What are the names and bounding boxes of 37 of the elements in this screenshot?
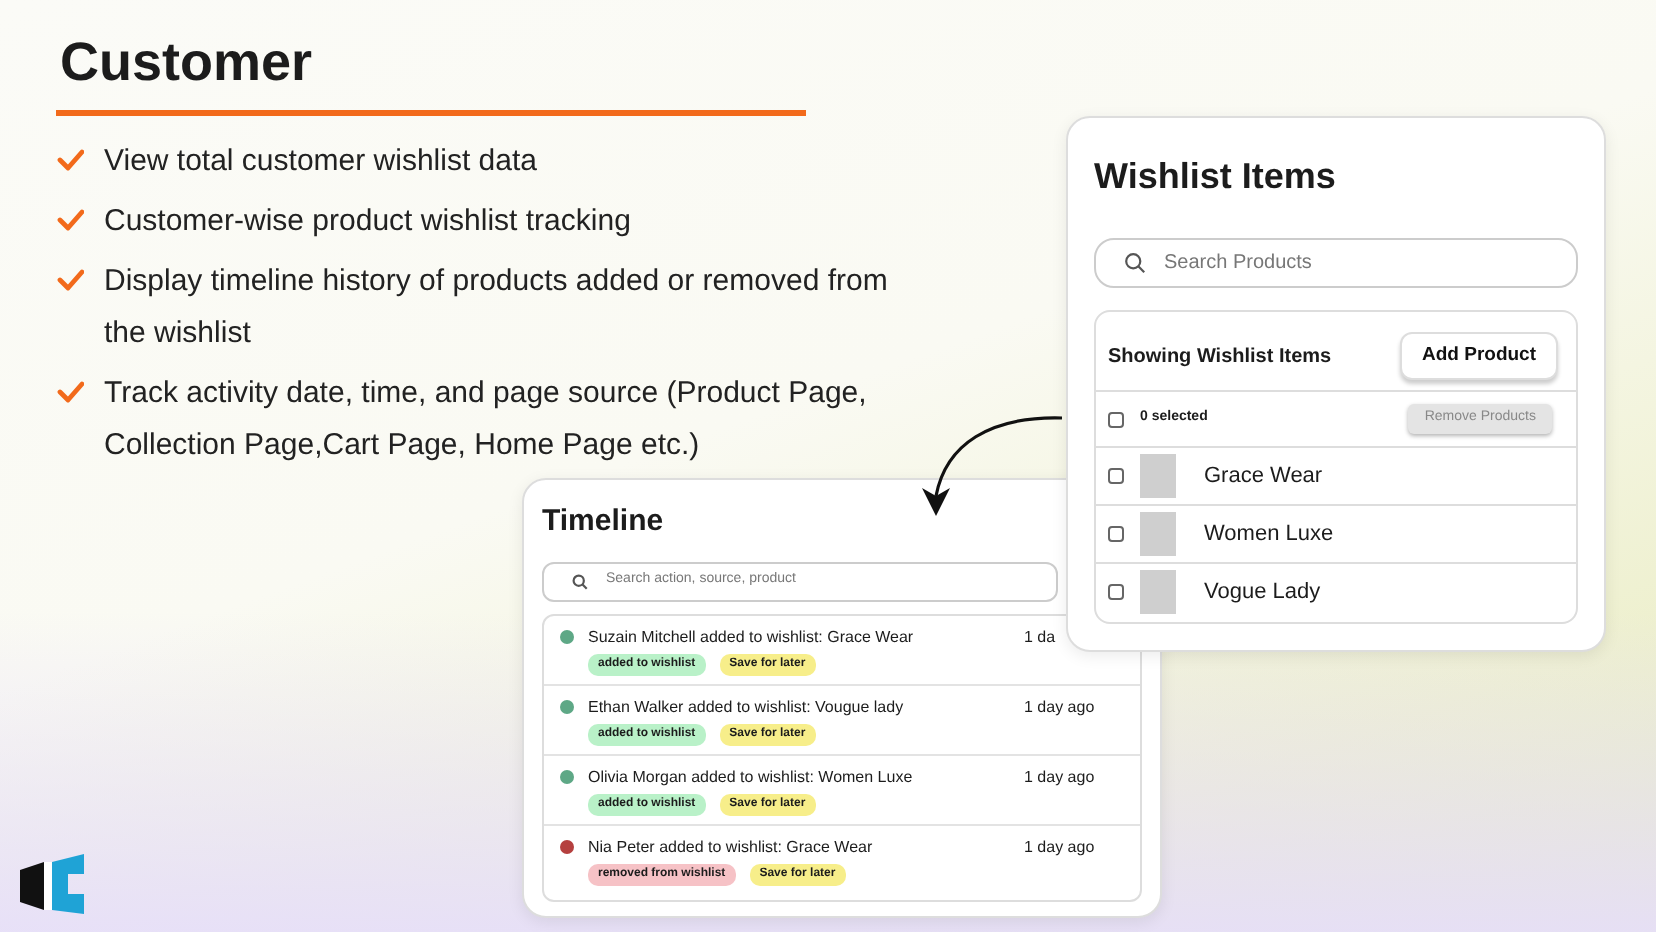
- event-time: 1 da: [1024, 625, 1058, 649]
- product-name: Women Luxe: [1204, 519, 1334, 549]
- panel-title: Timeline: [542, 502, 664, 542]
- event-text: Ethan Walker added to wishlist: Vougue lady: [588, 695, 906, 717]
- feature-text: View total customer wishlist data: [104, 142, 539, 183]
- event-time: 1 day ago: [1024, 835, 1097, 860]
- panel-title: Wishlist Items: [1094, 154, 1336, 200]
- feature-text: Display timeline history of products added or removed from the wishlist: [104, 262, 890, 355]
- feature-text: Customer-wise product wishlist tracking: [104, 202, 633, 243]
- checkbox[interactable]: [1108, 584, 1124, 601]
- search-field[interactable]: Search Products: [1164, 248, 1548, 278]
- checkbox[interactable]: [1108, 467, 1124, 484]
- check-icon: [56, 208, 84, 233]
- search-box[interactable]: Search Products: [1094, 238, 1578, 288]
- search-icon: [572, 573, 588, 589]
- event-text: Olivia Morgan added to wishlist: Women Luxe: [588, 765, 915, 787]
- checkbox[interactable]: [1108, 525, 1124, 542]
- photo-placeholder: [1140, 511, 1176, 556]
- event-text: Nia Peter added to wishlist: Grace Wear: [588, 835, 875, 857]
- event-text: Suzain Mitchell added to wishlist: Grace Wear: [588, 625, 916, 647]
- photo-placeholder: [1140, 453, 1176, 498]
- feature-text: Track activity date, time, and page source (Product Page, Collection Page,Cart Page, Home Page etc.): [104, 374, 869, 467]
- event-time: 1 day ago: [1024, 695, 1097, 720]
- checkbox[interactable]: [1108, 411, 1124, 427]
- page-heading: Customer: [60, 30, 315, 96]
- check-icon: [56, 148, 84, 173]
- logo-icon: [16, 850, 88, 918]
- curved-arrow: [922, 416, 1062, 516]
- product-name: Grace Wear: [1204, 461, 1323, 491]
- add-product-button[interactable]: Add Product: [1400, 332, 1558, 381]
- check-icon: [56, 380, 84, 405]
- photo-placeholder: [1140, 570, 1176, 615]
- check-icon: [56, 268, 84, 293]
- product-name: Vogue Lady: [1204, 578, 1321, 608]
- search-icon: [1124, 252, 1146, 274]
- event-time: 1 day ago: [1024, 765, 1097, 790]
- list-title: Showing Wishlist Items: [1108, 343, 1332, 372]
